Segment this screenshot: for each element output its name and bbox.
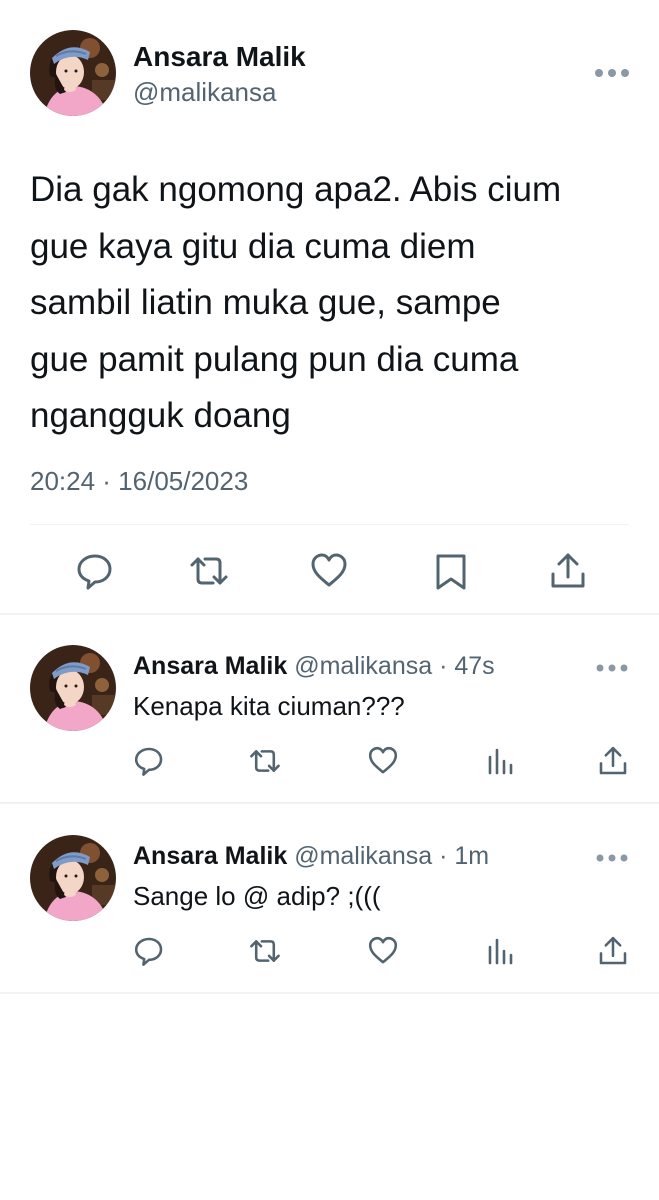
handle-and-time: @malikansa · 1m	[294, 842, 490, 870]
bookmark-icon[interactable]	[431, 551, 471, 591]
tweet-text: Sange lo @ adip? ;(((	[133, 881, 381, 911]
tweet-text: Dia gak ngomong apa2. Abis cium gue kaya…	[30, 170, 562, 435]
display-name[interactable]: Ansara Malik	[133, 652, 287, 680]
reply-header: Ansara Malik @malikansa · 1m	[133, 842, 489, 871]
like-icon[interactable]	[309, 551, 349, 591]
handle-and-time: @malikansa · 47s	[294, 652, 495, 680]
divider	[30, 524, 629, 525]
reply-tweet[interactable]: Ansara Malik @malikansa · 1m Sange lo @ …	[0, 805, 659, 993]
reply-icon[interactable]	[133, 935, 165, 967]
section-divider	[0, 992, 659, 994]
views-icon[interactable]	[484, 935, 516, 967]
display-name[interactable]: Ansara Malik	[133, 842, 287, 870]
user-handle[interactable]: @malikansa	[133, 77, 276, 108]
tweet-timestamp[interactable]: 20:24 · 16/05/2023	[30, 466, 248, 497]
share-icon[interactable]	[548, 551, 588, 591]
avatar[interactable]	[30, 30, 116, 116]
section-divider	[0, 802, 659, 804]
more-options-icon[interactable]	[592, 66, 632, 80]
views-icon[interactable]	[484, 745, 516, 777]
reply-icon[interactable]	[75, 551, 115, 591]
share-icon[interactable]	[597, 745, 629, 777]
share-icon[interactable]	[597, 935, 629, 967]
avatar-image	[30, 835, 116, 921]
avatar-image	[30, 30, 116, 116]
avatar[interactable]	[30, 835, 116, 921]
main-tweet: Ansara Malik @malikansa Dia gak ngomong …	[0, 0, 659, 614]
display-name[interactable]: Ansara Malik	[133, 41, 306, 73]
reply-header: Ansara Malik @malikansa · 47s	[133, 652, 495, 681]
like-icon[interactable]	[367, 935, 399, 967]
like-icon[interactable]	[367, 745, 399, 777]
reply-icon[interactable]	[133, 745, 165, 777]
retweet-icon[interactable]	[249, 745, 281, 777]
reply-tweet[interactable]: Ansara Malik @malikansa · 47s Kenapa kit…	[0, 615, 659, 803]
avatar-image	[30, 645, 116, 731]
retweet-icon[interactable]	[189, 551, 229, 591]
avatar[interactable]	[30, 645, 116, 731]
retweet-icon[interactable]	[249, 935, 281, 967]
more-options-icon[interactable]	[594, 851, 634, 865]
tweet-text: Kenapa kita ciuman???	[133, 691, 405, 721]
more-options-icon[interactable]	[594, 661, 634, 675]
